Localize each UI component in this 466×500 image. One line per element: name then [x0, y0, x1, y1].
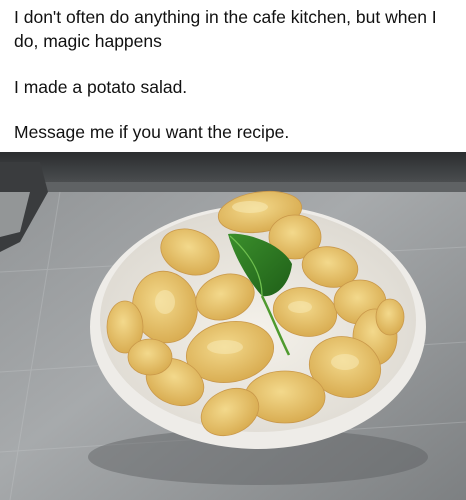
post-paragraph-3: Message me if you want the recipe.	[14, 122, 290, 142]
post-paragraph-2: I made a potato salad.	[14, 77, 188, 97]
post-photo[interactable]	[0, 152, 466, 500]
post-text: I don't often do anything in the cafe ki…	[0, 0, 466, 152]
post-paragraph-1: I don't often do anything in the cafe ki…	[14, 7, 437, 51]
